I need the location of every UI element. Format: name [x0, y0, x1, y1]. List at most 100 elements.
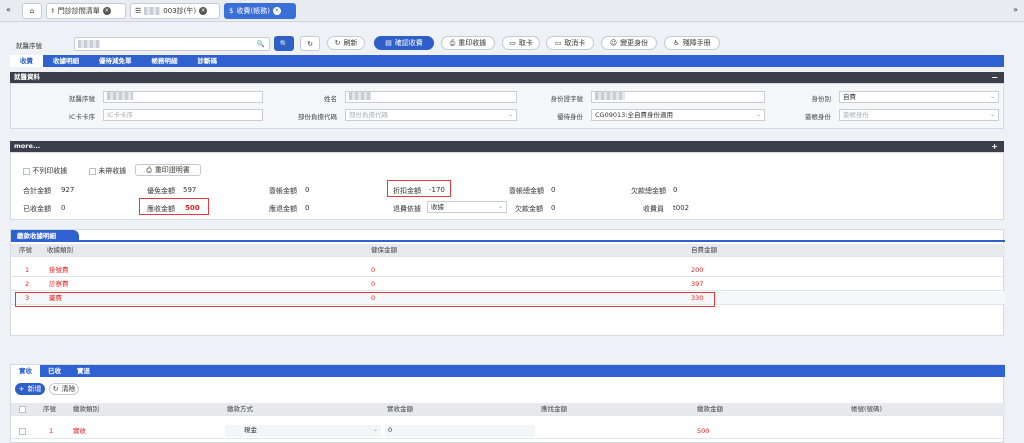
waive-amount: 597 — [183, 186, 197, 194]
more-panel: 不列印收據 未帶收據 ⎙ 重印證明書 合計金額 927 優免金額 597 簽帳金額… — [10, 152, 1004, 220]
tab-received[interactable]: 實收 — [11, 365, 40, 377]
row-highlight — [15, 292, 715, 307]
nav-account-detail[interactable]: 帳務明細 — [142, 55, 188, 67]
refresh-button[interactable]: ↻ 刷新 — [327, 36, 365, 50]
chevron-down-icon: ⌄ — [507, 111, 513, 118]
reprint-certificate-button[interactable]: ⎙ 重印證明書 — [135, 164, 201, 176]
name-field[interactable] — [345, 91, 517, 103]
nav-discount[interactable]: 優待減免單 — [89, 55, 142, 67]
sign-amount: 0 — [305, 186, 310, 194]
table-row[interactable]: 1 掛號費 0 200 — [11, 264, 1005, 277]
billing-nav: 收費 收據明細 優待減免單 帳務明細 診斷碼 — [10, 55, 1004, 67]
more-header: more... + — [10, 141, 1004, 152]
chevron-down-icon: ⌄ — [989, 93, 995, 100]
due-amount: 500 — [185, 204, 200, 212]
confirm-payment-button[interactable]: ▤ 確認收費 — [374, 36, 434, 50]
search-icon: 🔍 — [279, 39, 289, 48]
received-amount: 0 — [61, 204, 66, 212]
refund-basis-select[interactable]: 收據 ⌄ — [427, 201, 507, 213]
tab-bar: « ⌂ ⚕ 門診診間清單 × ☰ 003診(午) × $ 收費(帳務) × » — [0, 0, 1024, 22]
change-identity-button[interactable]: ☺ 變更身份 — [601, 36, 657, 50]
home-tab[interactable]: ⌂ — [22, 3, 42, 19]
payment-method-select[interactable]: 現金 ⌄ — [225, 425, 381, 437]
list-icon: ☰ — [135, 7, 142, 15]
tab-clinic-list[interactable]: ⚕ 門診診間清單 × — [46, 3, 126, 19]
search-button[interactable]: 🔍 — [274, 36, 294, 51]
chevron-down-icon: ⌄ — [989, 111, 995, 118]
money-icon: $ — [229, 7, 234, 15]
refresh-icon: ↻ — [307, 39, 313, 48]
visit-no-field[interactable] — [103, 91, 263, 103]
expand-icon[interactable]: + — [991, 141, 998, 152]
scroll-left-icon[interactable]: « — [6, 5, 11, 14]
chevron-down-icon: ⌄ — [372, 426, 378, 433]
sign-total-amount: 0 — [551, 186, 556, 194]
search-icon[interactable]: 🔍 — [257, 39, 265, 49]
receipt-icon: ▤ — [385, 39, 392, 47]
toolbar-visit-row: 就醫序號 🔍 — [16, 37, 270, 51]
reprint-receipt-button[interactable]: ⎙ 重印收據 — [441, 36, 495, 50]
nav-billing[interactable]: 收費 — [10, 55, 43, 67]
discount-amount: -170 — [429, 186, 445, 194]
no-carry-checkbox[interactable]: 未帶收據 — [89, 166, 126, 176]
get-card-button[interactable]: ▭ 取卡 — [502, 36, 540, 50]
refresh-icon: ↻ — [52, 385, 59, 393]
tab-refund[interactable]: 實退 — [69, 365, 98, 377]
cashier-name: t002 — [673, 204, 690, 212]
home-icon: ⌂ — [29, 7, 35, 15]
visit-info-header: 就醫資料 − — [10, 72, 1004, 83]
tab-billing[interactable]: $ 收費(帳務) × — [224, 3, 296, 19]
table-row[interactable]: 1 實收 現金 ⌄ 0 500 — [11, 423, 1005, 439]
visit-no-input[interactable]: 🔍 — [74, 37, 270, 51]
receipt-detail-tab[interactable]: 繳款收據明細 — [11, 230, 79, 242]
collapse-icon[interactable]: − — [991, 72, 998, 83]
account-identity-select[interactable]: 簽帳身份 ⌄ — [839, 109, 999, 121]
blurred-text — [349, 92, 371, 100]
reset-button[interactable]: ↻ — [300, 36, 320, 51]
receipt-detail-table: 繳款收據明細 序號 收據類別 健保金額 自費金額 1 掛號費 0 200 2 診… — [10, 229, 1005, 336]
table-header: 序號 繳款類別 繳款方式 實收金額 應找金額 繳款金額 帳號(號碼) — [11, 403, 1005, 416]
tab-already-received[interactable]: 已收 — [40, 365, 69, 377]
discount-identity-select[interactable]: CG09013:全自費身份適用 ⌄ — [591, 109, 765, 121]
table-row[interactable]: 2 診察費 0 397 — [11, 278, 1005, 291]
stethoscope-icon: ⚕ — [51, 7, 55, 15]
close-icon[interactable]: × — [102, 7, 111, 15]
visit-no-label: 就醫序號 — [16, 42, 42, 50]
identity-type-select[interactable]: 自費 ⌄ — [839, 91, 999, 103]
select-all-checkbox[interactable] — [19, 403, 26, 416]
blurred-text — [78, 40, 100, 48]
card-icon: ▭ — [554, 39, 562, 47]
chevron-down-icon: ⌄ — [755, 111, 761, 118]
row-checkbox[interactable] — [19, 423, 26, 439]
payment-tabs: 實收 已收 實退 — [11, 365, 1005, 377]
chevron-down-icon: ⌄ — [497, 203, 503, 210]
scroll-right-icon[interactable]: » — [1013, 5, 1018, 14]
disability-manual-button[interactable]: ♿ 殘障手冊 — [664, 36, 720, 50]
close-icon[interactable]: × — [272, 7, 281, 15]
owe-total-amount: 0 — [673, 186, 678, 194]
tab-room-003[interactable]: ☰ 003診(午) × — [130, 3, 220, 19]
clear-button[interactable]: ↻ 清除 — [49, 383, 79, 395]
received-amount-input[interactable]: 0 — [385, 425, 535, 437]
no-print-checkbox[interactable]: 不列印收據 — [23, 166, 67, 176]
close-icon[interactable]: × — [199, 7, 208, 15]
add-button[interactable]: + 新增 — [15, 383, 45, 395]
wheelchair-icon: ♿ — [673, 39, 680, 47]
blurred-text — [107, 92, 133, 100]
receipt-detail-tabstrip: 繳款收據明細 — [11, 230, 1005, 242]
blurred-text — [595, 92, 625, 100]
ic-card-field[interactable]: IC卡卡序 — [103, 109, 263, 121]
visit-info-panel: 就醫序號 姓名 身份證字號 身份別 自費 ⌄ IC卡卡序 IC卡卡序 部份負擔代碼… — [10, 83, 1004, 129]
total-amount: 927 — [61, 186, 75, 194]
cancel-card-button[interactable]: ▭ 取消卡 — [546, 36, 594, 50]
printer-icon: ⎙ — [146, 165, 152, 174]
partial-burden-select[interactable]: 部份負擔代碼 ⌄ — [345, 109, 517, 121]
blurred-text — [144, 7, 161, 15]
card-icon: ▭ — [509, 39, 516, 47]
user-icon: ☺ — [609, 39, 618, 47]
id-number-field[interactable] — [591, 91, 765, 103]
owe-amount: 0 — [551, 204, 556, 212]
nav-diagnosis[interactable]: 診斷碼 — [188, 55, 228, 67]
printer-icon: ⎙ — [449, 38, 456, 47]
nav-receipt-detail[interactable]: 收據明細 — [43, 55, 89, 67]
